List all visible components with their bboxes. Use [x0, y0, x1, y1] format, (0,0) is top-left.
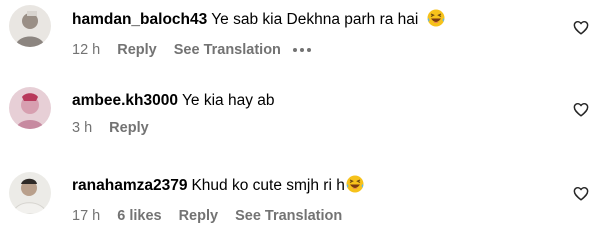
- comment-item: ranahamza2379 Khud ko cute smjh ri h 17 h…: [0, 164, 598, 252]
- like-heart-icon[interactable]: [573, 20, 589, 35]
- comment-text: Khud ko cute smjh ri h: [191, 177, 345, 194]
- comment-username[interactable]: ambee.kh3000: [72, 92, 178, 109]
- comment-time: 3 h: [72, 120, 93, 136]
- comment-username[interactable]: ranahamza2379: [72, 177, 187, 194]
- laughing-face-icon: [427, 9, 445, 33]
- comment-username[interactable]: hamdan_baloch43: [72, 11, 207, 28]
- likes-count[interactable]: 6 likes: [117, 207, 161, 225]
- avatar[interactable]: [9, 172, 51, 214]
- comment-item: hamdan_baloch43 Ye sab kia Dekhna parh ra…: [0, 0, 598, 82]
- comment-time: 17 h: [72, 208, 101, 224]
- comment-text: Ye kia hay ab: [182, 92, 275, 109]
- avatar[interactable]: [9, 5, 51, 47]
- laughing-face-icon: [346, 175, 364, 199]
- see-translation-button[interactable]: See Translation: [235, 207, 342, 225]
- reply-button[interactable]: Reply: [109, 119, 149, 137]
- comment-item: ambee.kh3000 Ye kia hay ab 3 h Reply: [0, 82, 598, 164]
- reply-button[interactable]: Reply: [117, 41, 157, 59]
- see-translation-button[interactable]: See Translation: [174, 41, 281, 59]
- avatar[interactable]: [9, 87, 51, 129]
- reply-button[interactable]: Reply: [179, 207, 219, 225]
- like-heart-icon[interactable]: [573, 102, 589, 117]
- like-heart-icon[interactable]: [573, 186, 589, 201]
- comment-text: Ye sab kia Dekhna parh ra hai: [211, 11, 419, 28]
- more-options-icon[interactable]: [292, 48, 311, 52]
- comment-time: 12 h: [72, 42, 101, 58]
